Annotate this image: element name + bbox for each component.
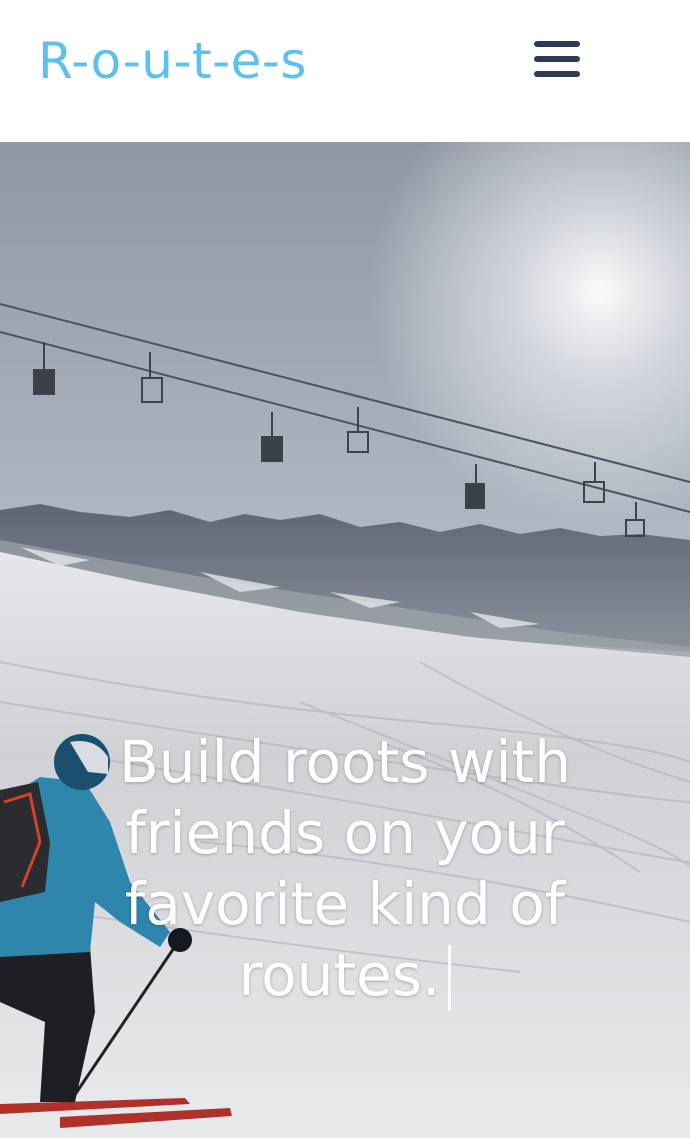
menu-bar-top [534, 41, 580, 47]
hero-tagline: Build roots with friends on your favorit… [100, 727, 590, 1011]
menu-bar-middle [534, 56, 580, 62]
hero-tagline-text: Build roots with friends on your favorit… [118, 728, 572, 1009]
hero-section: Build roots with friends on your favorit… [0, 142, 690, 1138]
site-header: R-o-u-t-e-s [0, 0, 690, 142]
hamburger-menu-icon[interactable] [528, 36, 584, 86]
typing-cursor [448, 945, 452, 1011]
menu-bar-bottom [534, 71, 580, 77]
site-logo[interactable]: R-o-u-t-e-s [38, 26, 307, 96]
